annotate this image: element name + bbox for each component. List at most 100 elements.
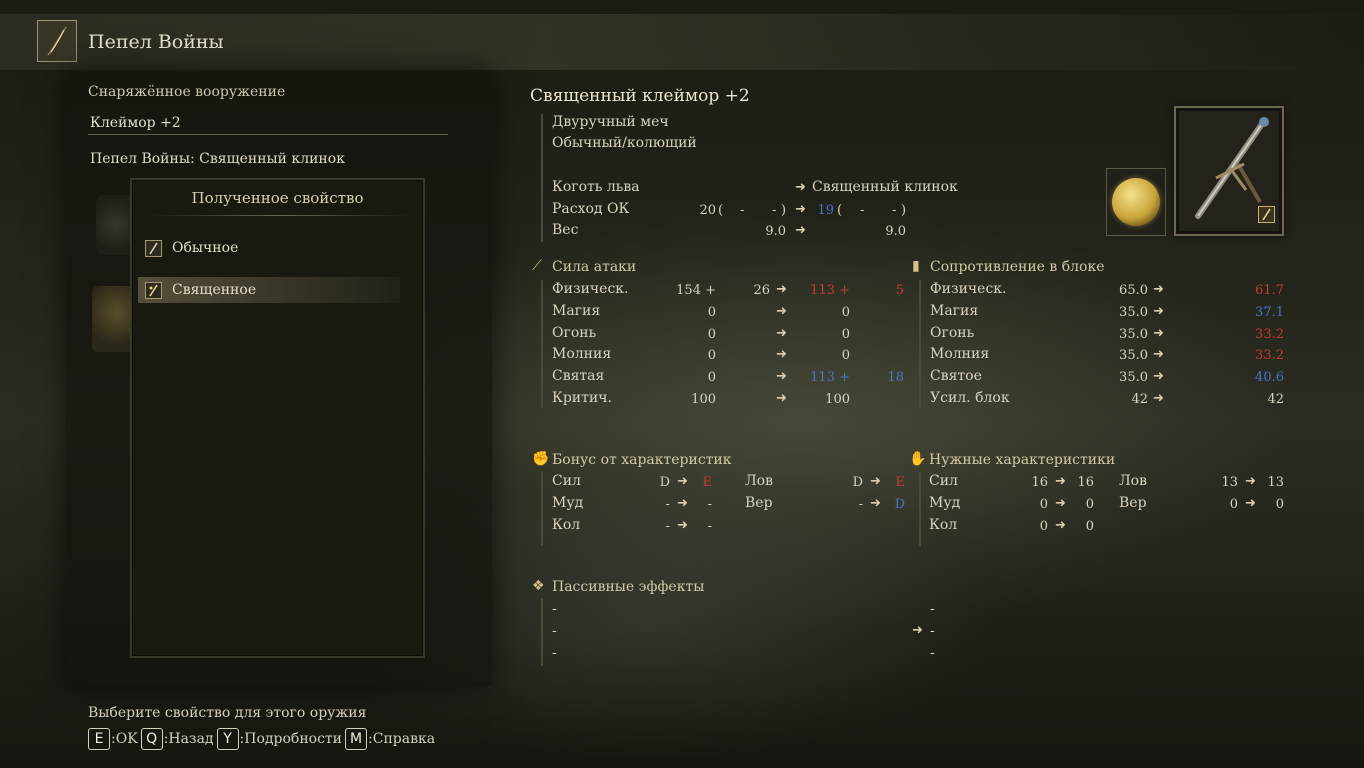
divider (541, 114, 543, 242)
sword-icon: ⟋ (532, 258, 542, 274)
requirement-to: 0 (1085, 497, 1094, 512)
guard-to-value: 33.2 (1255, 327, 1284, 342)
passive-effects-icon: ❖ (532, 578, 545, 594)
paren: ) (781, 203, 787, 218)
affinity-list-title: Полученное свойство (191, 189, 364, 207)
divider (541, 472, 543, 546)
requirement-label: Вер (1119, 495, 1147, 511)
guard-from-value: 42 (1131, 392, 1148, 407)
requirement-to: 0 (1085, 519, 1094, 534)
scaling-to: E (702, 475, 713, 490)
arrow-icon: ➜ (1055, 518, 1066, 533)
scaling-label: Муд (552, 495, 584, 511)
attack-new-value: 0 (841, 305, 850, 320)
arrow-icon: ➜ (677, 518, 688, 533)
requirement-label: Лов (1119, 473, 1147, 489)
requirement-from: 0 (1039, 497, 1048, 512)
attack-row-label: Святая (552, 368, 605, 384)
arrow-icon: ➜ (1245, 496, 1256, 511)
attack-base-value: 0 (707, 348, 716, 363)
passive-effect-to: - (930, 623, 935, 639)
attack-new-value: 100 (825, 392, 850, 407)
requirement-to: 0 (1275, 497, 1284, 512)
arrow-icon: ➜ (1055, 496, 1066, 511)
key-label: :OK (111, 731, 138, 747)
arrow-icon: ➜ (795, 180, 806, 195)
fp-to: 19 (817, 203, 834, 218)
back-button[interactable]: Q :Назад (140, 728, 214, 750)
requirements-title: Нужные характеристики (929, 452, 1116, 468)
key-y: Y (216, 728, 239, 750)
arrow-icon: ➜ (912, 623, 923, 638)
dash: - (892, 203, 897, 218)
item-title: Священный клеймор +2 (530, 86, 750, 106)
attack-row-label: Огонь (552, 325, 597, 341)
scaling-title: Бонус от характеристик (552, 452, 732, 468)
weight-to: 9.0 (885, 224, 906, 239)
scaling-from: - (858, 497, 863, 512)
arrow-icon: ➜ (1245, 474, 1256, 489)
key-q: Q (140, 728, 163, 750)
guard-row-label: Молния (930, 346, 990, 362)
scaling-label: Кол (552, 517, 581, 533)
scaling-from: - (665, 497, 670, 512)
key-e: E (88, 728, 110, 750)
arrow-icon: ➜ (776, 369, 787, 384)
scaling-to: E (895, 475, 906, 490)
requirement-to: 16 (1077, 475, 1094, 490)
attack-new-value: 0 (841, 348, 850, 363)
scaling-label: Сил (552, 473, 581, 489)
weight-from: 9.0 (765, 224, 786, 239)
guard-row-label: Физическ. (930, 281, 1007, 297)
scaling-from: D (659, 475, 670, 490)
attack-row-label: Критич. (552, 390, 612, 406)
skill-from: Коготь льва (552, 179, 640, 195)
affinity-item-sacred[interactable]: Священное (138, 277, 400, 303)
hint-text: Выберите свойство для этого оружия (88, 705, 367, 721)
guard-row-label: Магия (930, 303, 979, 319)
key-label: :Назад (163, 731, 214, 747)
attack-new-bonus: 5 (895, 283, 904, 298)
equipped-weapon-name: Клеймор +2 (90, 115, 181, 131)
affinity-label: Священное (172, 282, 257, 298)
arrow-icon: ➜ (1153, 282, 1164, 297)
requirement-to: 13 (1267, 475, 1284, 490)
guard-row-label: Огонь (930, 325, 975, 341)
arrow-icon: ➜ (1153, 347, 1164, 362)
guard-to-value: 37.1 (1255, 305, 1284, 320)
arrow-icon: ➜ (1153, 304, 1164, 319)
scaling-from: D (852, 475, 863, 490)
passive-effect-from: - (552, 645, 557, 661)
paren: ( (718, 203, 724, 218)
equipped-weapon-label: Снаряжённое вооружение (88, 84, 286, 100)
help-button[interactable]: M :Справка (345, 728, 435, 750)
guard-to-value: 61.7 (1255, 283, 1284, 298)
arrow-icon: ➜ (795, 202, 806, 217)
attack-row-label: Магия (552, 303, 601, 319)
skill-to: Священный клинок (812, 179, 958, 195)
hand-icon: ✋ (909, 451, 927, 467)
key-m: M (345, 728, 368, 750)
guard-row-label: Святое (930, 368, 982, 384)
paren: ) (901, 203, 907, 218)
weight-label: Вес (552, 222, 579, 238)
confirm-button[interactable]: E :OK (88, 728, 138, 750)
details-button[interactable]: Y :Подробности (216, 728, 343, 750)
arrow-icon: ➜ (1153, 326, 1164, 341)
key-label: :Подробности (239, 731, 343, 747)
ash-of-war-line: Пепел Войны: Священный клинок (90, 151, 345, 167)
requirement-label: Муд (929, 495, 961, 511)
scaling-label: Лов (745, 473, 773, 489)
affinity-item-standard[interactable]: Обычное (138, 235, 400, 261)
sacred-affinity-icon (145, 281, 162, 299)
fp-from: 20 (699, 203, 716, 218)
sacred-blade-icon (1112, 178, 1160, 226)
arrow-icon: ➜ (1153, 369, 1164, 384)
paren: ( (837, 203, 843, 218)
page-title: Пепел Войны (88, 31, 224, 53)
arrow-icon: ➜ (776, 326, 787, 341)
guard-from-value: 35.0 (1119, 348, 1148, 363)
flexed-arm-icon: ✊ (532, 451, 550, 467)
divider (150, 215, 410, 216)
attack-new-value: 113 + (810, 283, 850, 298)
